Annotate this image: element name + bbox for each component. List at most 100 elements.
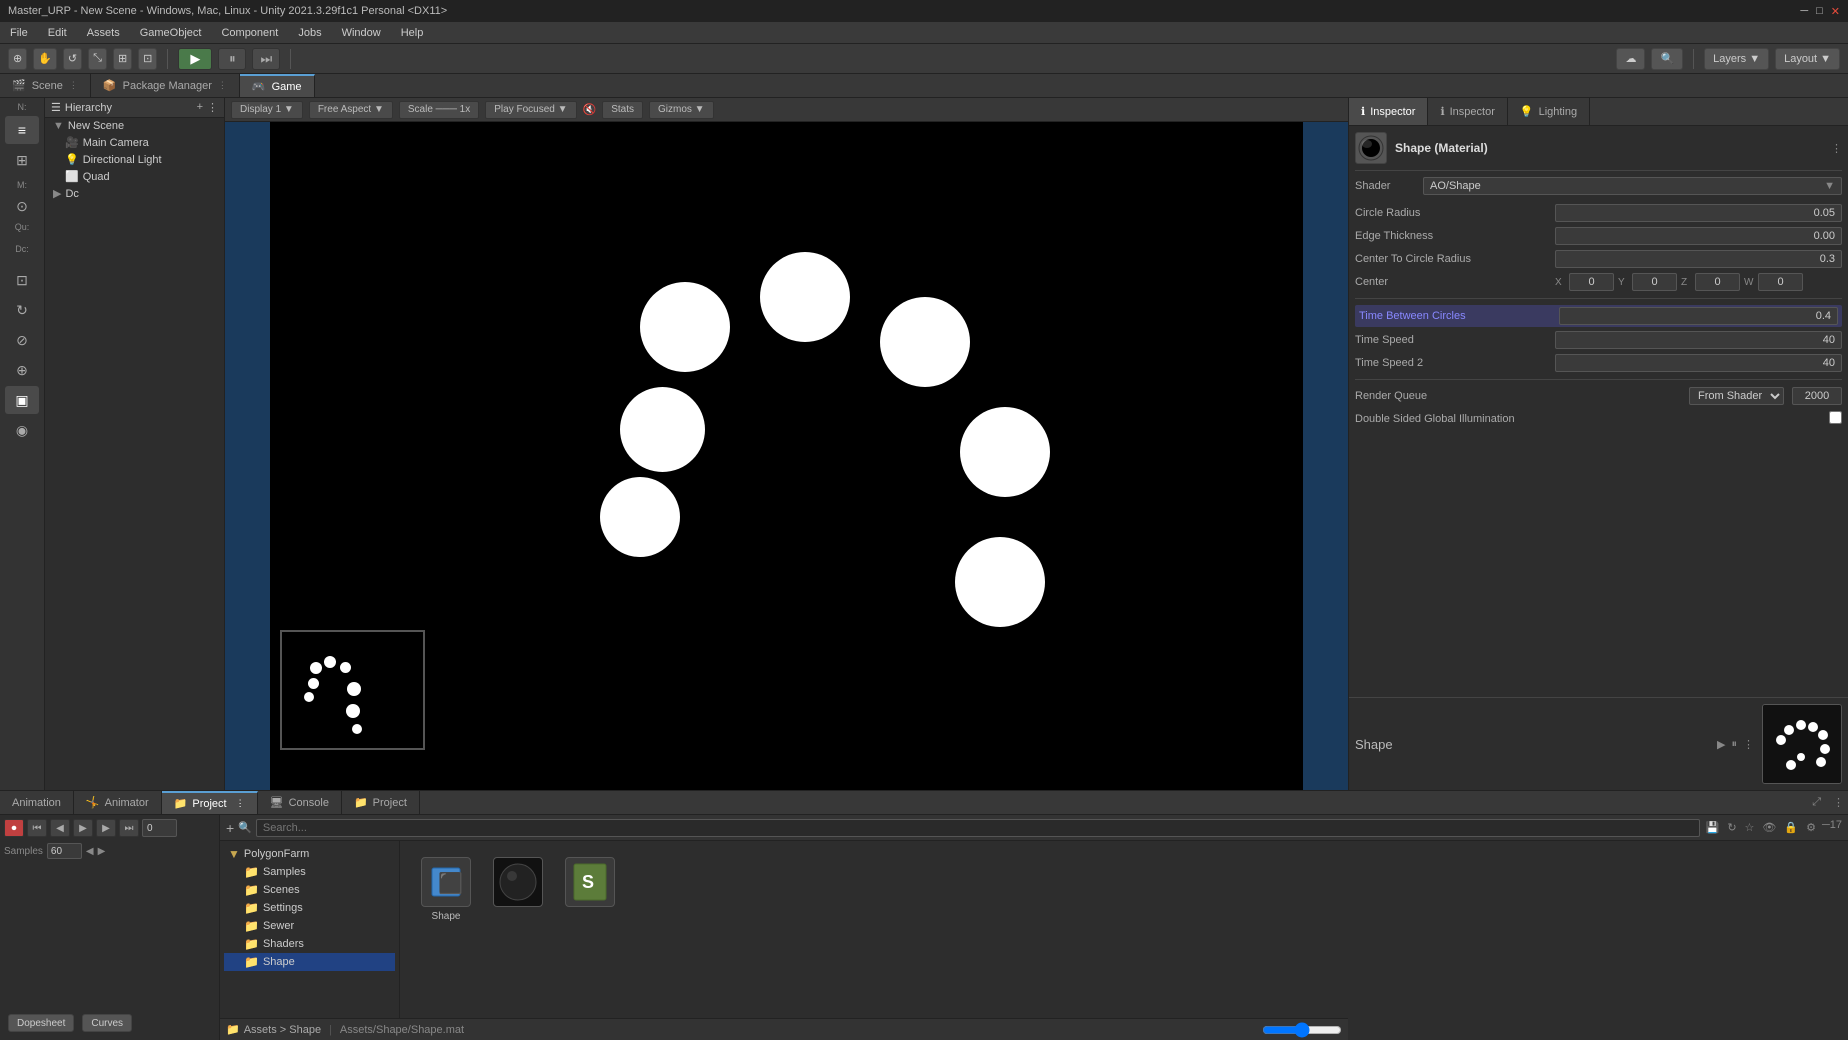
layers-btn[interactable]: Layers ▼ [1704,48,1769,70]
bottom-tab-project2[interactable]: 📁 Project [342,791,420,814]
render-queue-value[interactable]: 2000 [1792,387,1842,405]
dopesheet-btn[interactable]: Dopesheet [8,1014,74,1032]
menu-file[interactable]: File [6,25,32,41]
minimize-btn[interactable]: ─ [1800,5,1808,18]
menu-help[interactable]: Help [397,25,428,41]
game-aspect-btn[interactable]: Free Aspect ▼ [309,101,393,119]
samples-arrow2[interactable]: ▶ [98,846,106,857]
asset-item-script[interactable]: S [560,857,620,922]
menu-assets[interactable]: Assets [83,25,124,41]
samples-input[interactable] [47,843,82,859]
tab-scene[interactable]: 🎬 Scene ⋮ [0,74,91,97]
menu-gameobject[interactable]: GameObject [136,25,206,41]
center-y-value[interactable]: 0 [1632,273,1677,291]
project-eye-btn[interactable]: 👁 [1760,819,1778,836]
tree-item-shaders[interactable]: 📁 Shaders [224,935,395,953]
bottom-tab-console[interactable]: 🖥 Console [258,791,342,814]
bottom-tab-animator[interactable]: 🤸 Animator [74,791,162,814]
inspector-tab-1[interactable]: ℹ Inspector [1349,98,1428,125]
tree-item-samples[interactable]: 📁 Samples [224,863,395,881]
shader-dropdown[interactable]: ▼ [1824,180,1835,192]
menu-window[interactable]: Window [338,25,385,41]
tree-item-settings[interactable]: 📁 Settings [224,899,395,917]
tree-item-sewer[interactable]: 📁 Sewer [224,917,395,935]
hierarchy-options[interactable]: ⋮ [207,101,218,114]
tree-item-polygonfarm[interactable]: ▼ PolygonFarm [224,845,395,863]
hierarchy-item-newscene[interactable]: ▼ New Scene [45,118,224,134]
toolbar-rotate-btn[interactable]: ↺ [63,48,82,70]
project-save-btn[interactable]: 💾 [1704,819,1722,836]
edge-thickness-value[interactable]: 0.00 [1555,227,1842,245]
game-mute-icon[interactable]: 🔇 [583,103,597,116]
shape-pause-btn[interactable]: ⏸ [1732,738,1738,751]
menu-edit[interactable]: Edit [44,25,71,41]
hierarchy-item-maincam[interactable]: 🎥 Main Camera [45,134,224,151]
tree-item-shape[interactable]: 📁 Shape [224,953,395,971]
asset-item-shape-cube[interactable]: ⬛ Shape [416,857,476,922]
toolbar-multi-btn[interactable]: ⊡ [138,48,157,70]
hierarchy-item-dc[interactable]: ▶ Dc [45,185,224,202]
search-btn[interactable]: 🔍 [1651,48,1683,70]
anim-prev-key-btn[interactable]: ⏮ [27,819,47,837]
tab-package-manager[interactable]: 📦 Package Manager ⋮ [91,74,240,97]
circle-radius-value[interactable]: 0.05 [1555,204,1842,222]
sidebar-icon-obj3[interactable]: ⊘ [5,326,39,354]
game-gizmos-btn[interactable]: Gizmos ▼ [649,101,714,119]
sidebar-icon-obj6[interactable]: ◉ [5,416,39,444]
sidebar-icon-obj1[interactable]: ⊡ [5,266,39,294]
shape-options-btn[interactable]: ⋮ [1743,738,1754,751]
project-lock-btn[interactable]: 🔒 [1782,819,1800,836]
cloud-btn[interactable]: ☁ [1616,48,1645,70]
sidebar-icon-transform[interactable]: ⊞ [5,146,39,174]
center-circle-radius-value[interactable]: 0.3 [1555,250,1842,268]
hierarchy-add-btn[interactable]: + [197,101,203,114]
project-gear-btn[interactable]: ⚙ [1804,819,1818,836]
maximize-btn[interactable]: □ [1816,5,1823,18]
project-search-input[interactable] [256,819,1700,837]
project-add-btn[interactable]: + [226,820,234,836]
anim-prev-frame-btn[interactable]: ◀ [50,819,70,837]
bottom-options-btn[interactable]: ⋮ [1829,796,1848,809]
close-btn[interactable]: ✕ [1831,5,1840,18]
game-stats-btn[interactable]: Stats [602,101,643,119]
project-star-btn[interactable]: ☆ [1743,819,1757,836]
anim-frame-num[interactable]: 0 [142,819,177,837]
anim-next-key-btn[interactable]: ⏭ [119,819,139,837]
shader-value[interactable]: AO/Shape ▼ [1423,177,1842,195]
asset-item-shape-mat[interactable] [488,857,548,922]
hierarchy-item-quad[interactable]: ⬜ Quad [45,168,224,185]
tab-game[interactable]: 🎮 Game [240,74,315,97]
time-speed2-value[interactable]: 40 [1555,354,1842,372]
sidebar-icon-obj4[interactable]: ⊕ [5,356,39,384]
menu-jobs[interactable]: Jobs [294,25,325,41]
sidebar-icon-main[interactable]: ⊙ [5,192,39,220]
tree-item-scenes[interactable]: 📁 Scenes [224,881,395,899]
hierarchy-item-dirlight[interactable]: 💡 Directional Light [45,151,224,168]
bottom-tab-project[interactable]: 📁 Project ⋮ [162,791,258,814]
sidebar-icon-obj2[interactable]: ↻ [5,296,39,324]
double-sided-input[interactable] [1829,411,1842,424]
layout-btn[interactable]: Layout ▼ [1775,48,1840,70]
center-x-value[interactable]: 0 [1569,273,1614,291]
asset-size-slider[interactable] [1262,1024,1342,1036]
game-scale-btn[interactable]: Scale ─── 1x [399,101,479,119]
time-between-value[interactable]: 0.4 [1559,307,1838,325]
samples-arrow1[interactable]: ◀ [86,846,94,857]
curves-btn[interactable]: Curves [82,1014,132,1032]
anim-next-frame-btn[interactable]: ▶ [96,819,116,837]
shape-play-btn[interactable]: ▶ [1717,738,1725,751]
time-speed-value[interactable]: 40 [1555,331,1842,349]
sidebar-icon-obj5[interactable]: ▣ [5,386,39,414]
anim-record-btn[interactable]: ⏺ [4,819,24,837]
pkg-tab-options[interactable]: ⋮ [218,80,227,91]
step-button[interactable]: ⏭ [252,48,280,70]
center-w-value[interactable]: 0 [1758,273,1803,291]
double-sided-checkbox[interactable] [1829,411,1842,427]
game-display-btn[interactable]: Display 1 ▼ [231,101,303,119]
toolbar-rect-btn[interactable]: ⊞ [113,48,132,70]
menu-component[interactable]: Component [217,25,282,41]
play-button[interactable]: ▶ [178,48,212,70]
lighting-tab[interactable]: 💡 Lighting [1508,98,1590,125]
scene-tab-options[interactable]: ⋮ [69,80,78,91]
toolbar-transform-btn[interactable]: ⊕ [8,48,27,70]
